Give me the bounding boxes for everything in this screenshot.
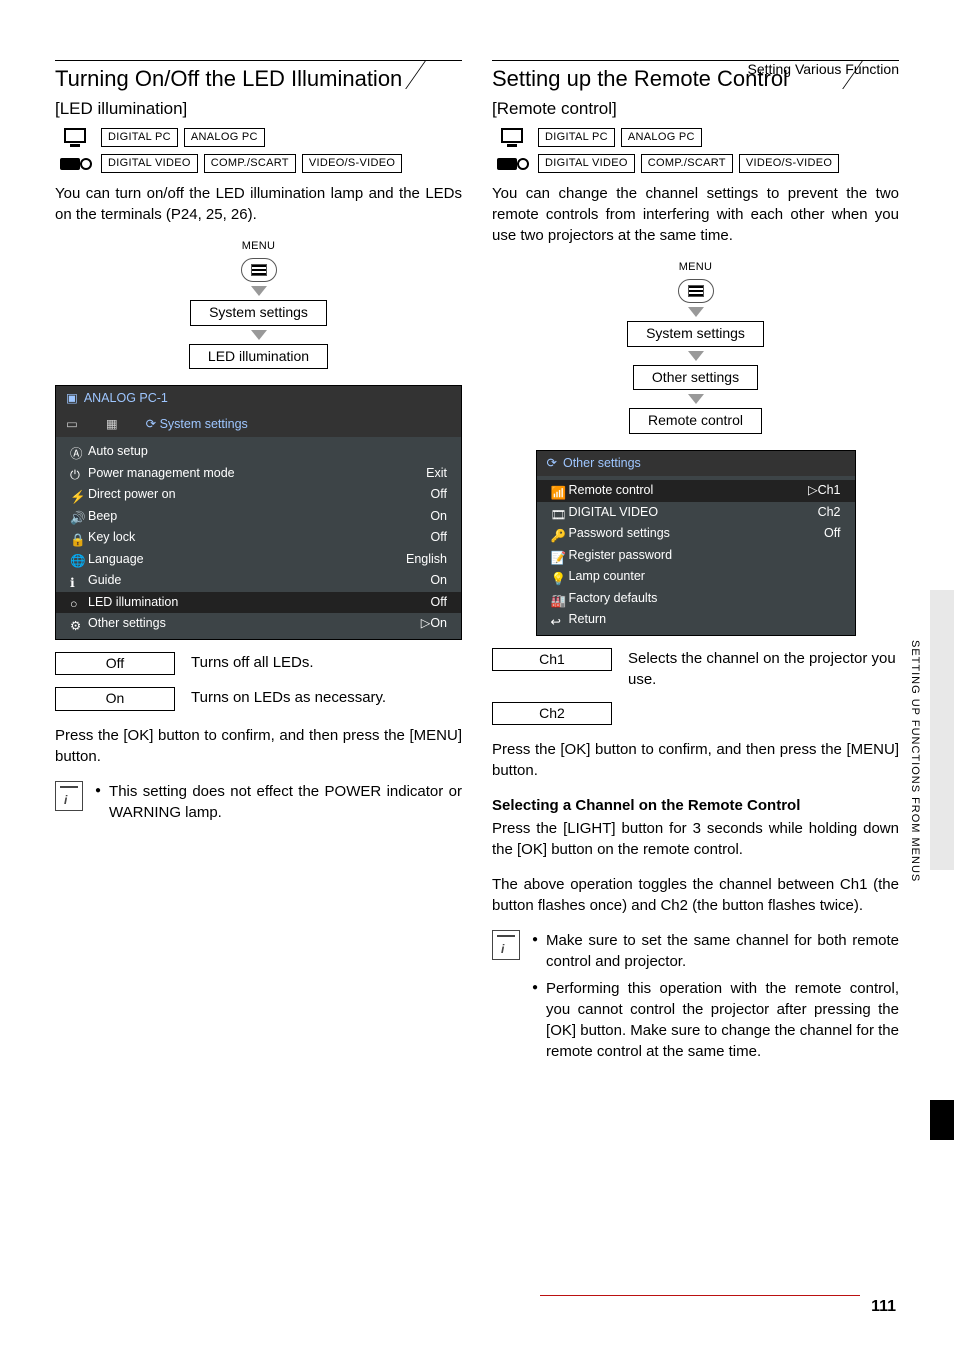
right-column: Setting up the Remote Control [Remote co…: [492, 60, 899, 1312]
option-row: Off Turns off all LEDs.: [55, 652, 462, 676]
badge-row-video: DIGITAL VIDEO COMP./SCART VIDEO/S-VIDEO: [492, 153, 899, 175]
osd-screenshot-left: ▣ ANALOG PC-1 ▭▦⟳ System settings ⒶAuto …: [55, 385, 462, 640]
osd-row: ⏻Power management modeExit: [56, 463, 461, 485]
osd-row: ○LED illuminationOff: [56, 592, 461, 614]
menu-path-right: MENU System settings Other settings Remo…: [492, 260, 899, 434]
menu-path-left: MENU System settings LED illumination: [55, 239, 462, 370]
section-title-right: Setting up the Remote Control: [492, 60, 899, 95]
badge: VIDEO/S-VIDEO: [302, 154, 402, 173]
osd-row: ⒶAuto setup: [56, 441, 461, 463]
page-number-rule: [540, 1295, 860, 1296]
osd-header: ▣ ANALOG PC-1: [56, 386, 461, 412]
badge-row-video: DIGITAL VIDEO COMP./SCART VIDEO/S-VIDEO: [55, 153, 462, 175]
subheading-right: Selecting a Channel on the Remote Contro…: [492, 795, 899, 816]
option-box: Off: [55, 652, 175, 676]
option-row: On Turns on LEDs as necessary.: [55, 687, 462, 711]
option-desc: Turns off all LEDs.: [191, 652, 462, 673]
badge: DIGITAL PC: [101, 128, 178, 147]
osd-row: 🔒Key lockOff: [56, 527, 461, 549]
arrow-down-icon: [251, 330, 267, 340]
sub-p1: Press the [LIGHT] button for 3 seconds w…: [492, 818, 899, 860]
option-row: Ch1 Selects the channel on the projector …: [492, 648, 899, 690]
path-step: LED illumination: [189, 344, 328, 370]
badge: ANALOG PC: [184, 128, 265, 147]
note-item: Make sure to set the same channel for bo…: [532, 930, 899, 972]
description-left: You can turn on/off the LED illumination…: [55, 183, 462, 225]
menu-label: MENU: [679, 260, 713, 275]
after-text-right: Press the [OK] button to confirm, and th…: [492, 739, 899, 781]
option-box: Ch1: [492, 648, 612, 672]
osd-row: ℹGuideOn: [56, 570, 461, 592]
menu-button-icon: [678, 279, 714, 303]
arrow-down-icon: [688, 307, 704, 317]
page-number: 111: [871, 1296, 896, 1318]
osd-row: 🌐LanguageEnglish: [56, 549, 461, 571]
badge: COMP./SCART: [204, 154, 296, 173]
osd-row: ⚡Direct power onOff: [56, 484, 461, 506]
arrow-down-icon: [688, 351, 704, 361]
osd-row: 📝Register password: [537, 545, 855, 567]
video-icon: [492, 153, 532, 175]
path-step: Other settings: [633, 365, 758, 391]
osd-row: 🔑Password settingsOff: [537, 523, 855, 545]
osd-tabs: ▭▦⟳ System settings: [56, 412, 461, 438]
osd-row: ⚙Other settings▷On: [56, 613, 461, 635]
option-desc: Selects the channel on the projector you…: [628, 648, 899, 690]
badge: ANALOG PC: [621, 128, 702, 147]
arrow-down-icon: [688, 394, 704, 404]
section-subhead-left: [LED illumination]: [55, 97, 462, 121]
osd-screenshot-right: ⟳ Other settings 📶Remote control▷Ch1🎞DIG…: [536, 450, 856, 636]
osd-row: 🏭Factory defaults: [537, 588, 855, 610]
menu-button-icon: [241, 258, 277, 282]
osd-tab-label: System settings: [160, 417, 248, 431]
note-text: This setting does not effect the POWER i…: [109, 781, 462, 823]
path-step: System settings: [190, 300, 327, 326]
pc-icon: [492, 127, 532, 149]
osd-row: 🎞DIGITAL VIDEOCh2: [537, 502, 855, 524]
note-left: This setting does not effect the POWER i…: [55, 781, 462, 829]
after-text-left: Press the [OK] button to confirm, and th…: [55, 725, 462, 767]
path-step: System settings: [627, 321, 764, 347]
badge: DIGITAL VIDEO: [101, 154, 198, 173]
option-box: Ch2: [492, 702, 612, 726]
badge: DIGITAL PC: [538, 128, 615, 147]
sub-p2: The above operation toggles the channel …: [492, 874, 899, 916]
option-row: Ch2: [492, 702, 899, 726]
osd-row: 💡Lamp counter: [537, 566, 855, 588]
badge-row-pc: DIGITAL PC ANALOG PC: [492, 127, 899, 149]
badge: COMP./SCART: [641, 154, 733, 173]
menu-label: MENU: [242, 239, 276, 254]
osd-header-text: Other settings: [563, 455, 641, 473]
section-title-left: Turning On/Off the LED Illumination: [55, 60, 462, 95]
section-subhead-right: [Remote control]: [492, 97, 899, 121]
osd-row: ↩Return: [537, 609, 855, 631]
note-right: Make sure to set the same channel for bo…: [492, 930, 899, 1068]
option-box: On: [55, 687, 175, 711]
left-column: Turning On/Off the LED Illumination [LED…: [55, 60, 462, 1312]
arrow-down-icon: [251, 286, 267, 296]
osd-row: 🔊BeepOn: [56, 506, 461, 528]
path-step: Remote control: [629, 408, 762, 434]
video-icon: [55, 153, 95, 175]
note-item: Performing this operation with the remot…: [532, 978, 899, 1062]
badge: DIGITAL VIDEO: [538, 154, 635, 173]
note-icon: [492, 930, 520, 960]
badge: VIDEO/S-VIDEO: [739, 154, 839, 173]
osd-row: 📶Remote control▷Ch1: [537, 480, 855, 502]
description-right: You can change the channel settings to p…: [492, 183, 899, 246]
pc-icon: [55, 127, 95, 149]
osd-header-text: ANALOG PC-1: [84, 390, 168, 408]
option-desc: Turns on LEDs as necessary.: [191, 687, 462, 708]
note-icon: [55, 781, 83, 811]
osd-header: ⟳ Other settings: [537, 451, 855, 477]
badge-row-pc: DIGITAL PC ANALOG PC: [55, 127, 462, 149]
